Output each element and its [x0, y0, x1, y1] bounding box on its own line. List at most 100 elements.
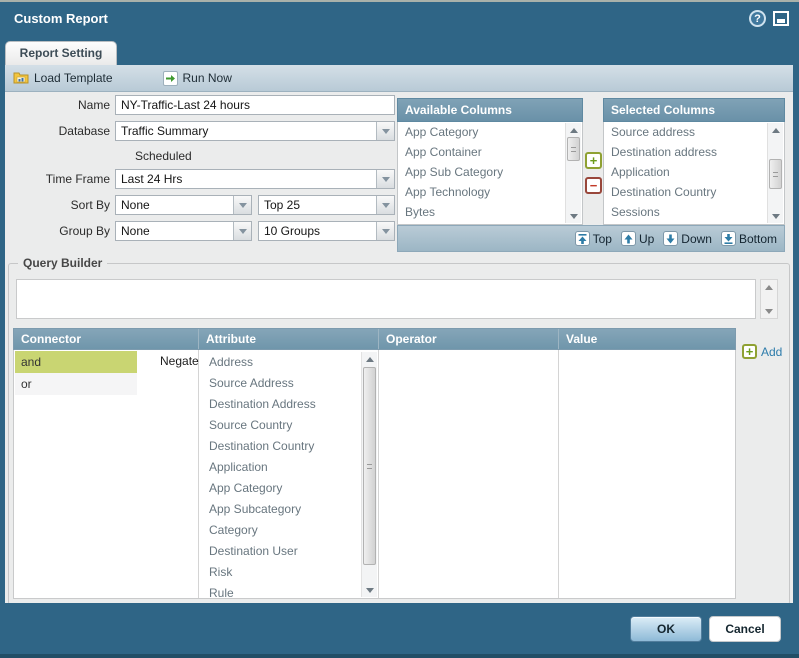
titlebar-icons: ?: [749, 10, 789, 27]
attribute-list: AddressSource AddressDestination Address…: [201, 352, 377, 597]
plus-icon: +: [742, 344, 757, 359]
list-item[interactable]: Sessions: [604, 202, 784, 222]
attribute-option[interactable]: Application: [201, 457, 377, 478]
connector-column-header: Connector: [14, 329, 198, 349]
chevron-down-icon[interactable]: [376, 196, 394, 214]
list-item[interactable]: App Technology: [398, 182, 582, 202]
attribute-option[interactable]: App Category: [201, 478, 377, 499]
help-icon[interactable]: ?: [749, 10, 766, 27]
group-count-select[interactable]: 10 Groups: [258, 221, 395, 241]
query-scrollbar[interactable]: [760, 279, 778, 319]
sort-top-value: Top 25: [264, 198, 300, 212]
attribute-option[interactable]: Source Address: [201, 373, 377, 394]
move-down-button[interactable]: Down: [663, 231, 712, 246]
attribute-option[interactable]: App Subcategory: [201, 499, 377, 520]
chevron-down-icon[interactable]: [376, 170, 394, 188]
arrow-top-icon: [575, 231, 590, 246]
chevron-down-icon[interactable]: [233, 222, 251, 240]
tab-report-setting[interactable]: Report Setting: [5, 41, 117, 65]
connector-option[interactable]: and: [15, 351, 137, 373]
run-now-button[interactable]: Run Now: [163, 71, 232, 86]
attribute-option[interactable]: Address: [201, 352, 377, 373]
window-minimize-icon[interactable]: [773, 11, 789, 26]
scroll-down-icon[interactable]: [362, 583, 377, 597]
attribute-option[interactable]: Category: [201, 520, 377, 541]
scroll-up-icon[interactable]: [362, 352, 377, 366]
attribute-column-header: Attribute: [198, 329, 378, 349]
move-up-label: Up: [639, 232, 654, 246]
selected-columns-panel: Selected Columns Source addressDestinati…: [603, 98, 785, 225]
database-select[interactable]: Traffic Summary: [115, 121, 395, 141]
custom-report-dialog: Custom Report ? Report Setting Load Temp…: [0, 0, 799, 658]
scroll-up-icon[interactable]: [768, 123, 783, 137]
group-by-row: Group By None 10 Groups: [13, 221, 395, 241]
name-input[interactable]: NY-Traffic-Last 24 hours: [115, 95, 395, 115]
attribute-option[interactable]: Destination Address: [201, 394, 377, 415]
connector-list: andor: [15, 351, 137, 395]
move-up-button[interactable]: Up: [621, 231, 654, 246]
column-divider: [558, 350, 559, 598]
scheduled-label[interactable]: Scheduled: [135, 149, 192, 163]
arrow-down-icon: [663, 231, 678, 246]
scroll-down-icon[interactable]: [566, 209, 581, 223]
add-label: Add: [761, 345, 782, 359]
scrollbar-thumb[interactable]: [363, 367, 376, 565]
list-item[interactable]: App Sub Category: [398, 162, 582, 182]
scrollbar[interactable]: [361, 352, 377, 597]
sort-by-value: None: [121, 198, 150, 212]
add-column-button[interactable]: +: [585, 152, 602, 169]
connector-option[interactable]: or: [15, 373, 137, 395]
scroll-down-icon[interactable]: [761, 304, 777, 318]
scrollbar[interactable]: [565, 123, 581, 223]
attribute-option[interactable]: Rule: [201, 583, 377, 597]
chevron-down-icon[interactable]: [233, 196, 251, 214]
time-frame-select[interactable]: Last 24 Hrs: [115, 169, 395, 189]
cancel-button[interactable]: Cancel: [709, 616, 781, 642]
list-item[interactable]: App Container: [398, 142, 582, 162]
move-top-button[interactable]: Top: [575, 231, 612, 246]
dialog-title: Custom Report: [14, 11, 108, 26]
run-now-label: Run Now: [183, 71, 232, 85]
group-by-select[interactable]: None: [115, 221, 252, 241]
scroll-down-icon[interactable]: [768, 209, 783, 223]
move-bottom-button[interactable]: Bottom: [721, 231, 777, 246]
load-template-button[interactable]: Load Template: [13, 71, 113, 85]
attribute-option[interactable]: Destination Country: [201, 436, 377, 457]
list-item[interactable]: Destination Country: [604, 182, 784, 202]
selected-columns-title: Selected Columns: [603, 98, 785, 122]
list-item[interactable]: Destination address: [604, 142, 784, 162]
attribute-option[interactable]: Risk: [201, 562, 377, 583]
query-builder-title: Query Builder: [18, 256, 107, 270]
group-by-label: Group By: [13, 224, 110, 238]
attribute-option[interactable]: Destination User: [201, 541, 377, 562]
dialog-content: Load Template Run Now Name NY-Traffic-La…: [5, 65, 793, 605]
move-top-label: Top: [593, 232, 612, 246]
available-columns-title: Available Columns: [397, 98, 583, 122]
sort-by-select[interactable]: None: [115, 195, 252, 215]
sort-top-select[interactable]: Top 25: [258, 195, 395, 215]
scroll-up-icon[interactable]: [566, 123, 581, 137]
list-item[interactable]: Source address: [604, 122, 784, 142]
list-item[interactable]: Bytes: [398, 202, 582, 222]
list-item[interactable]: Application: [604, 162, 784, 182]
query-input[interactable]: [16, 279, 756, 319]
query-condition-table: Connector Attribute Operator Value andor…: [13, 328, 736, 599]
attribute-option[interactable]: Source Country: [201, 415, 377, 436]
ok-button[interactable]: OK: [630, 616, 702, 642]
scroll-up-icon[interactable]: [761, 280, 777, 294]
arrow-bottom-icon: [721, 231, 736, 246]
negate-label[interactable]: Negate: [160, 354, 199, 368]
load-template-label: Load Template: [34, 71, 113, 85]
add-condition-button[interactable]: + Add: [742, 344, 782, 359]
sort-by-row: Sort By None Top 25: [13, 195, 395, 215]
scrollbar-thumb[interactable]: [769, 159, 782, 189]
time-frame-row: Time Frame Last 24 Hrs: [13, 169, 395, 189]
query-builder-section: Query Builder Connector Attribute Operat…: [8, 263, 790, 605]
list-item[interactable]: App Category: [398, 122, 582, 142]
scrollbar[interactable]: [767, 123, 783, 223]
name-row: Name NY-Traffic-Last 24 hours: [13, 95, 395, 115]
scrollbar-thumb[interactable]: [567, 137, 580, 161]
chevron-down-icon[interactable]: [376, 222, 394, 240]
chevron-down-icon[interactable]: [376, 122, 394, 140]
remove-column-button[interactable]: −: [585, 177, 602, 194]
